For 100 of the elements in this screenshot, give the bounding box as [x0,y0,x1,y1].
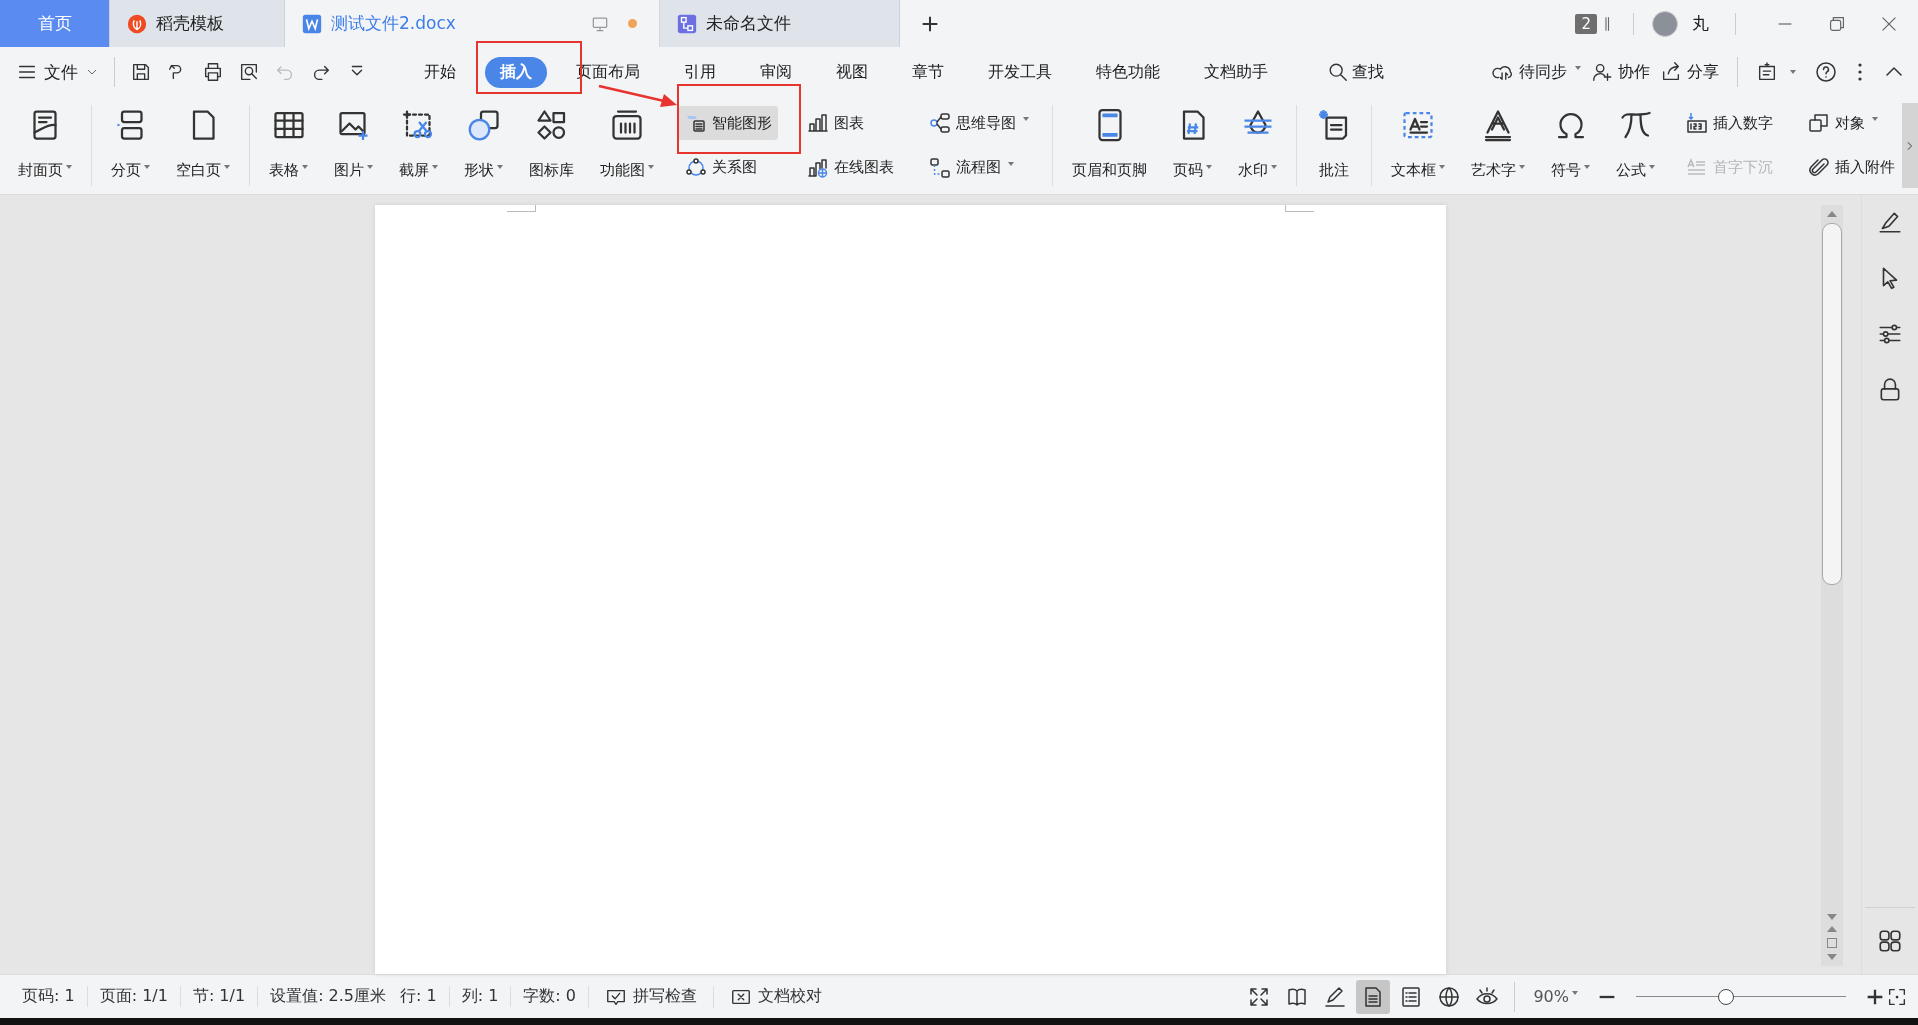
flowchart-file-icon [676,12,698,35]
globe-icon [1437,984,1462,1009]
ribbon-button[interactable]: 封面页 [8,101,82,190]
next-page-icon[interactable] [1827,954,1837,960]
ribbon-button[interactable]: 思维导图 [922,106,1035,141]
status-text: 页码: 1 [21,986,76,1007]
ribbon-button[interactable]: 形状 [454,101,513,190]
mind-map-icon [928,111,952,136]
ribbon-button[interactable]: 表格 [259,101,318,190]
ribbon-button[interactable]: 功能图 [590,101,664,190]
document-tab[interactable]: 测试文件2.docx [285,0,660,47]
ribbon-button[interactable]: 图片 [324,101,383,190]
tab-title: 测试文件2.docx [331,12,457,35]
toolbar-action[interactable]: 协作 [1591,61,1650,83]
grid-icon[interactable] [1877,928,1903,954]
scroll-up-icon[interactable] [1827,211,1837,217]
page-view-view-button[interactable] [1356,979,1391,1014]
ribbon-button[interactable]: 符号 [1541,101,1600,190]
ribbon-button[interactable]: 插入附件 [1801,150,1901,185]
ribbon-tab[interactable]: 引用 [669,56,731,88]
ribbon-button[interactable]: 页眉和页脚 [1062,101,1157,190]
print-icon[interactable] [202,61,224,83]
scrollbar[interactable] [1821,205,1843,966]
caret-icon [1649,164,1655,169]
ribbon-button[interactable]: 插入数字 [1679,106,1779,141]
zoom-dropdown[interactable]: 90% [1533,987,1578,1006]
caret-icon [367,164,373,169]
ribbon-tab[interactable]: 开发工具 [973,56,1067,88]
status-button[interactable]: 文档校对 [713,985,838,1008]
ribbon-tab[interactable]: 视图 [821,56,883,88]
toolbar-action[interactable]: 待同步 [1492,61,1581,83]
ribbon-button[interactable]: 截屏 [389,101,448,190]
caret-icon [1206,164,1212,169]
caret-icon [302,164,308,169]
ribbon-tab[interactable]: 特色功能 [1081,56,1175,88]
tab-title: 未命名文件 [706,12,792,35]
avatar[interactable] [1652,10,1678,37]
ribbon-tab[interactable]: 章节 [897,56,959,88]
status-text: 列: 1 [448,986,511,1007]
caret-icon[interactable] [1790,70,1796,74]
ribbon-tab[interactable]: 文档助手 [1189,56,1283,88]
add-person-icon [1591,61,1613,83]
window-count-badge[interactable]: 2 [1575,13,1597,34]
caret-icon [66,164,72,169]
file-menu[interactable]: 文件 [16,60,100,84]
slider-thumb[interactable] [1718,988,1735,1005]
ribbon-button[interactable]: 文本框 [1381,101,1455,190]
ribbon-button[interactable]: 艺术字 [1461,101,1535,190]
ribbon-button[interactable]: 图表 [800,106,900,141]
status-text: 字数: 0 [510,986,588,1007]
ribbon-button[interactable]: 公式 [1606,101,1665,190]
caret-icon [224,164,230,169]
caret-icon [1575,66,1581,70]
ribbon-button[interactable]: 智能图形 [678,106,778,141]
wps-writer-icon [301,12,323,35]
ribbon-button[interactable]: 对象 [1801,106,1901,141]
pen-icon [1323,984,1348,1009]
ribbon-button[interactable]: 批注 [1306,101,1362,190]
ribbon-button[interactable]: 分页 [101,101,160,190]
margin-mark [1285,205,1314,212]
chevron-right-icon [1906,139,1914,152]
share-icon [1660,61,1682,83]
ribbon-tab[interactable]: 审阅 [745,56,807,88]
ribbon-tab[interactable]: 开始 [409,56,471,88]
ribbon-tab[interactable]: 插入 [485,56,547,88]
status-text: 行: 1 [399,986,438,1007]
ribbon-button[interactable]: 空白页 [166,101,240,190]
ribbon-button[interactable]: 图标库 [519,101,584,190]
template-logo-icon [126,12,148,35]
ribbon-button[interactable]: 关系图 [678,150,778,185]
ribbon-button[interactable]: 流程图 [922,150,1035,185]
status-button[interactable]: 拼写检查 [588,985,713,1008]
caret-icon [1519,164,1525,169]
comment-list-icon[interactable] [1756,61,1778,83]
toolbar-action[interactable]: 分享 [1660,61,1719,83]
insert-number-icon [1685,111,1709,136]
caret-icon [1872,117,1878,122]
caret-icon [432,164,438,169]
flowchart-icon [928,155,952,180]
previous-page-icon[interactable] [1827,926,1837,932]
scrollbar-thumb[interactable] [1822,223,1842,585]
caret-icon [1271,164,1277,169]
scroll-down-icon[interactable] [1827,914,1837,920]
ribbon-button[interactable]: 在线图表 [800,150,900,185]
caret-icon [1584,164,1590,169]
help-icon[interactable] [1814,60,1838,84]
ribbon-button[interactable]: 页码 [1163,101,1222,190]
caret-icon [1023,117,1029,122]
status-text: 节: 1/1 [179,986,258,1007]
browse-object-icon[interactable] [1827,938,1837,948]
user-name[interactable]: 丸 [1692,12,1709,35]
function-chart-icon [609,107,645,143]
caret-icon [1008,161,1014,166]
caret-icon [648,164,654,169]
ribbon-button[interactable]: 水印 [1228,101,1287,190]
save-icon[interactable] [130,61,152,83]
search-button[interactable]: 查找 [1327,61,1384,83]
print-preview-icon[interactable] [238,61,260,83]
search-icon [1327,61,1349,83]
status-text: 页面: 1/1 [86,986,180,1007]
